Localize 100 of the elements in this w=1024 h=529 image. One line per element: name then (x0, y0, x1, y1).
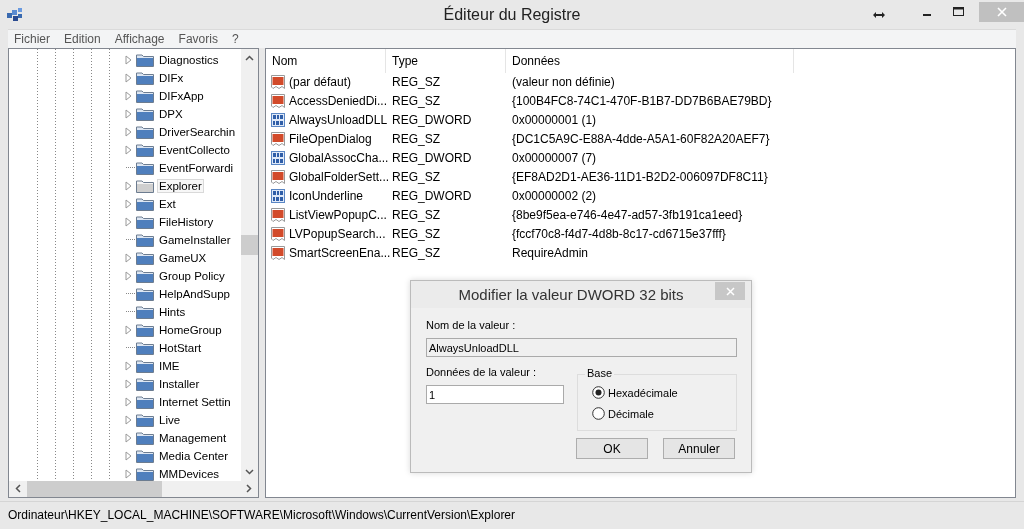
scroll-down-icon[interactable] (245, 468, 254, 475)
value-data-field[interactable]: 1 (426, 385, 564, 404)
tree-item[interactable]: FileHistory (157, 214, 216, 229)
tree-item[interactable]: DriverSearchin (157, 124, 238, 139)
minimize-icon (923, 14, 931, 17)
value-name-field[interactable]: AlwaysUnloadDLL (426, 338, 737, 357)
tree-item[interactable]: EventCollecto (157, 142, 232, 157)
tree-item[interactable]: HelpAndSupp (157, 286, 232, 301)
tree-item[interactable]: GameUX (157, 250, 209, 265)
expand-arrow-icon[interactable] (125, 180, 132, 191)
tree-item[interactable]: DPX (157, 106, 185, 121)
expand-arrow-icon[interactable] (125, 144, 132, 155)
expand-arrow-icon[interactable] (125, 54, 132, 65)
folder-icon (136, 178, 154, 193)
radio-button[interactable] (592, 407, 605, 420)
binary-value-icon (270, 150, 286, 167)
tree-item[interactable]: HomeGroup (157, 322, 224, 337)
menu-item[interactable]: Fichier (14, 31, 50, 46)
value-name[interactable]: AlwaysUnloadDLL (289, 113, 388, 128)
tree-item[interactable]: Internet Settin (157, 394, 233, 409)
expand-arrow-icon[interactable] (125, 270, 132, 281)
expand-arrow-icon[interactable] (125, 414, 132, 425)
status-bar-path: Ordinateur\HKEY_LOCAL_MACHINE\SOFTWARE\Microsoft\Windows\CurrentVersion\Explorer (0, 500, 1024, 529)
expand-arrow-icon[interactable] (125, 198, 132, 209)
folder-icon (136, 268, 154, 283)
expand-arrow-icon[interactable] (125, 468, 132, 479)
folder-icon (136, 412, 154, 427)
string-value-icon (270, 207, 286, 224)
folder-icon (136, 322, 154, 337)
dialog-button[interactable]: Annuler (663, 438, 735, 459)
tree-item[interactable]: Diagnostics (157, 52, 221, 67)
tree-item[interactable]: Hints (157, 304, 188, 319)
expand-arrow-icon[interactable] (125, 216, 132, 227)
tree-item[interactable]: DIFxApp (157, 88, 206, 103)
tree-item[interactable]: Ext (157, 196, 178, 211)
string-value-icon (270, 74, 286, 91)
folder-icon (136, 142, 154, 157)
tree-item[interactable]: Live (157, 412, 183, 427)
tree-item[interactable]: Explorer (157, 178, 204, 193)
expand-arrow-icon[interactable] (125, 432, 132, 443)
scroll-thumb[interactable] (241, 234, 258, 255)
folder-icon (136, 430, 154, 445)
tree-item[interactable]: IME (157, 358, 182, 373)
expand-arrow-icon[interactable] (125, 252, 132, 263)
folder-icon (136, 286, 154, 301)
scroll-left-icon[interactable] (15, 484, 21, 494)
tree-item[interactable]: HotStart (157, 340, 204, 355)
value-name[interactable]: GlobalFolderSett... (289, 170, 390, 185)
expand-arrow-icon[interactable] (125, 360, 132, 371)
string-value-icon (270, 93, 286, 110)
expand-arrow-icon[interactable] (125, 324, 132, 335)
expand-arrow-icon[interactable] (125, 72, 132, 83)
folder-icon (136, 106, 154, 121)
tree-item[interactable]: EventForwardi (157, 160, 236, 175)
tree-item[interactable]: Group Policy (157, 268, 227, 283)
value-name[interactable]: (par défaut) (289, 75, 352, 90)
tree-item[interactable]: Media Center (157, 448, 231, 463)
tree-item[interactable]: MMDevices (157, 466, 222, 481)
binary-value-icon (270, 112, 286, 129)
horizontal-scrollbar[interactable] (9, 480, 258, 497)
value-name[interactable]: ListViewPopupC... (289, 208, 387, 223)
menu-item[interactable]: Favoris (178, 31, 218, 46)
menu-item[interactable]: ? (231, 31, 239, 46)
radio-button[interactable] (592, 386, 605, 399)
value-name[interactable]: SmartScreenEna... (289, 246, 391, 261)
column-header[interactable]: Nom (266, 48, 386, 73)
value-name[interactable]: GlobalAssocCha... (289, 151, 389, 166)
dialog-button[interactable]: OK (576, 438, 648, 459)
column-header[interactable]: Données (506, 48, 794, 73)
expand-arrow-icon[interactable] (125, 396, 132, 407)
menu-item[interactable]: Affichage (114, 31, 165, 46)
value-type: REG_SZ (391, 94, 441, 109)
tree-item[interactable]: GameInstaller (157, 232, 233, 247)
value-data: 0x00000002 (2) (511, 189, 598, 204)
radio-label[interactable]: Hexadécimale (608, 386, 678, 399)
vertical-scrollbar[interactable] (241, 48, 258, 481)
expand-arrow-icon[interactable] (125, 90, 132, 101)
string-value-icon (270, 245, 286, 262)
radio-label[interactable]: Décimale (608, 407, 654, 420)
column-header[interactable]: Type (386, 48, 506, 73)
tree-item[interactable]: DIFx (157, 70, 186, 85)
folder-icon (136, 196, 154, 211)
menu-item[interactable]: Edition (64, 31, 101, 46)
group-label: Base (585, 367, 615, 379)
tree-item[interactable]: Management (157, 430, 229, 445)
scroll-right-icon[interactable] (246, 484, 252, 494)
expand-arrow-icon[interactable] (125, 450, 132, 461)
expand-arrow-icon[interactable] (125, 378, 132, 389)
value-name[interactable]: IconUnderline (289, 189, 364, 204)
value-type: REG_DWORD (391, 113, 473, 128)
value-type: REG_SZ (391, 208, 441, 223)
value-name[interactable]: LVPopupSearch... (289, 227, 386, 242)
close-button[interactable] (715, 282, 745, 300)
tree-item[interactable]: Installer (157, 376, 202, 391)
value-name[interactable]: AccessDeniedDi... (289, 94, 388, 109)
expand-arrow-icon[interactable] (125, 108, 132, 119)
expand-arrow-icon[interactable] (125, 126, 132, 137)
dialog-title: Modifier la valeur DWORD 32 bits (458, 286, 684, 303)
scroll-up-icon[interactable] (245, 54, 254, 61)
value-name[interactable]: FileOpenDialog (289, 132, 372, 147)
